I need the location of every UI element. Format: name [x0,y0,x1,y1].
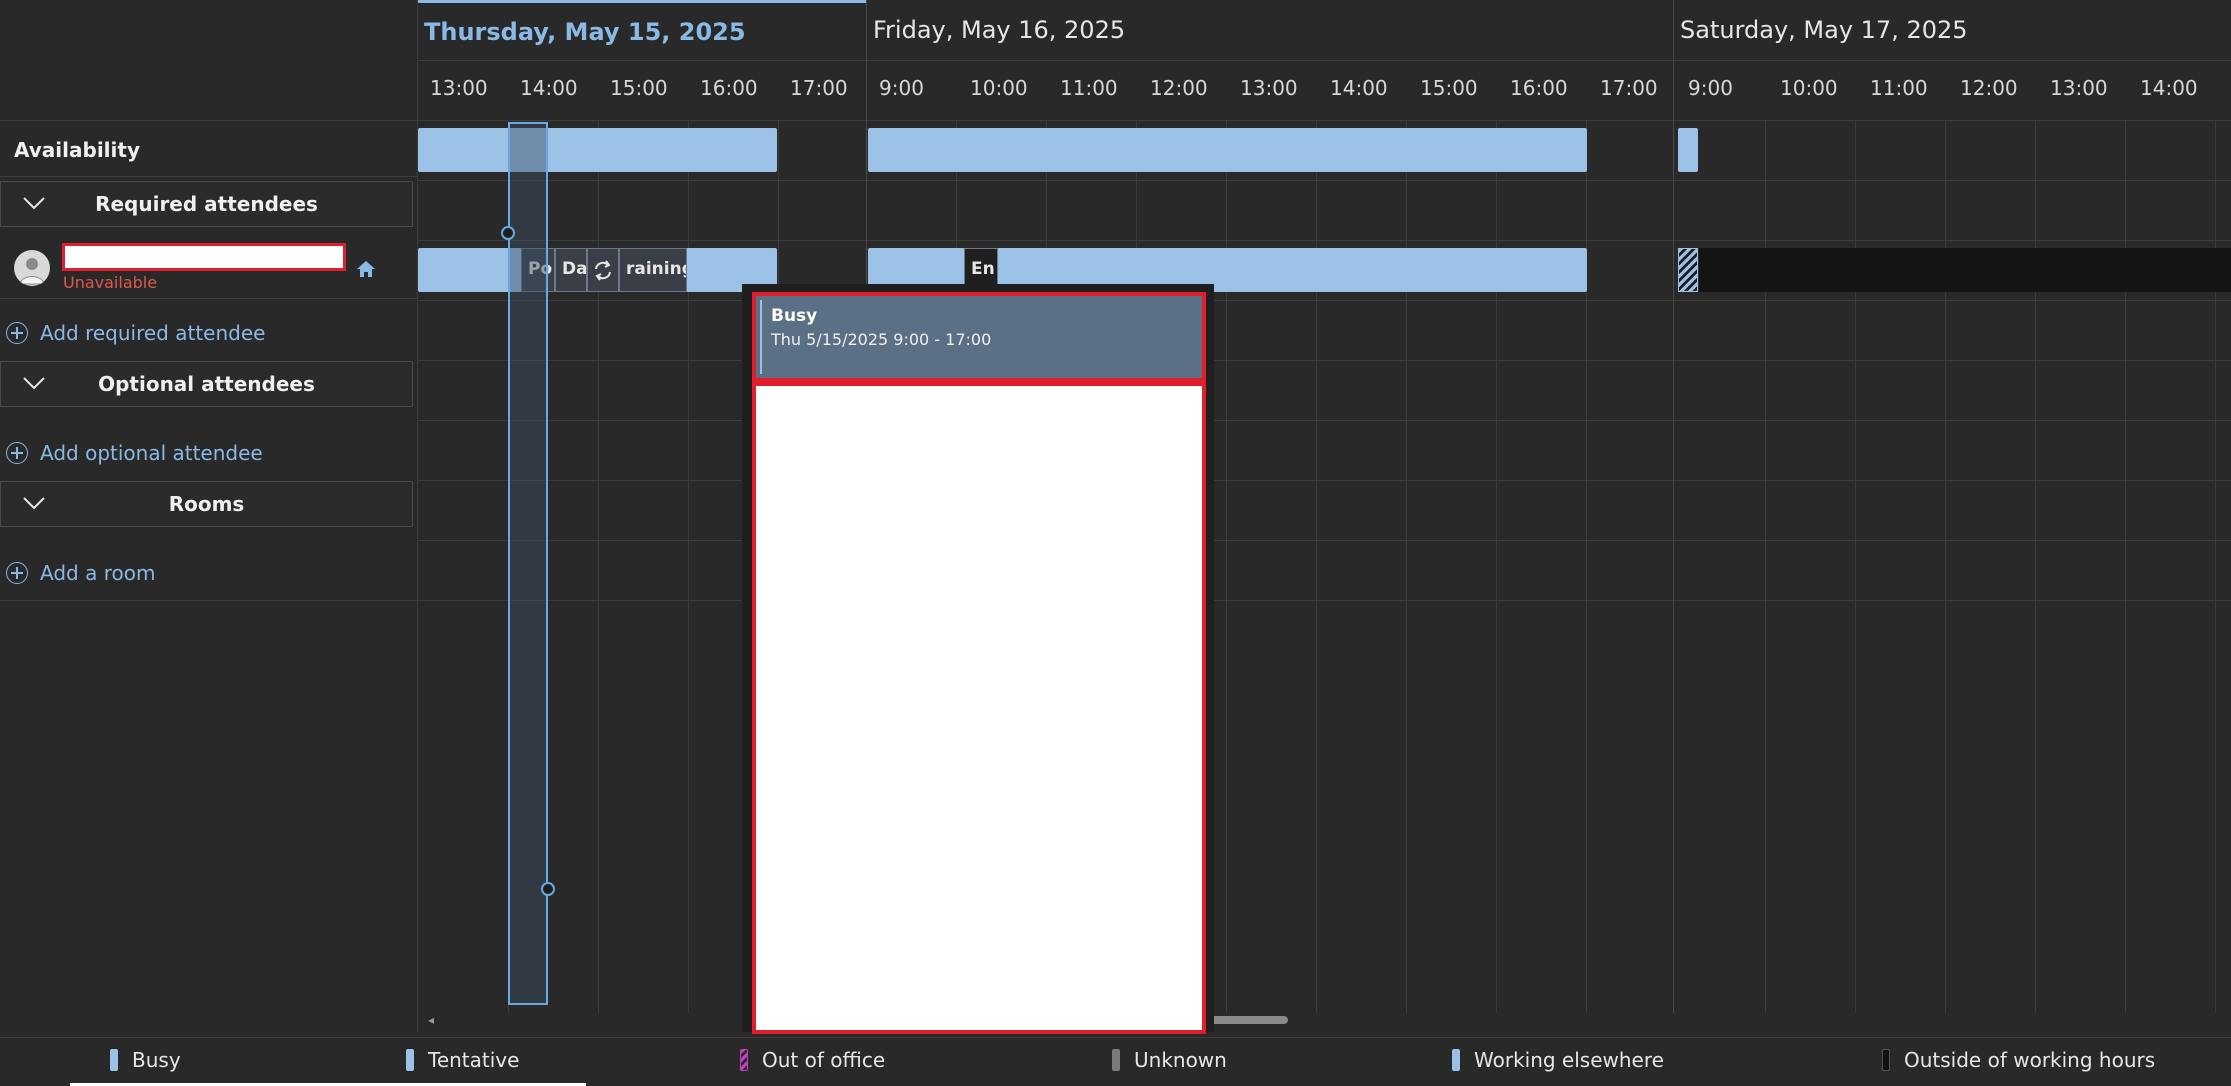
add-room-link[interactable]: Add a room [6,558,155,588]
outside-working-hours-block [1699,248,2231,292]
divider [418,360,2231,361]
add-optional-label: Add optional attendee [40,441,263,465]
availability-busy-block[interactable] [418,128,777,172]
add-required-attendee-link[interactable]: Add required attendee [6,318,265,348]
legend-out-of-office: Out of office [740,1048,885,1072]
appointment-block[interactable]: raining [619,248,687,292]
legend-label: Tentative [428,1048,520,1072]
scheduling-grid[interactable]: Thursday, May 15, 2025 Friday, May 16, 2… [418,0,2231,1033]
attendee-name-field[interactable] [62,243,346,271]
recurring-icon [595,260,611,281]
time-label: 13:00 [1240,76,1298,100]
add-circle-icon [6,322,28,344]
availability-busy-block[interactable] [868,128,1587,172]
meeting-time-selection[interactable] [508,122,548,1005]
legend-unknown: Unknown [1112,1048,1227,1072]
divider [418,180,2231,181]
time-label: 13:00 [430,76,488,100]
selection-start-handle[interactable] [501,226,515,240]
busy-tooltip: Busy Thu 5/15/2025 9:00 - 17:00 [752,292,1206,382]
unknown-swatch [1112,1049,1120,1071]
availability-busy-block[interactable] [1678,128,1698,172]
time-label: 11:00 [1060,76,1118,100]
add-room-label: Add a room [40,561,156,585]
availability-label: Availability [14,138,140,162]
time-label: 17:00 [1600,76,1658,100]
selection-end-handle[interactable] [541,882,555,896]
divider [418,420,2231,421]
legend-label: Unknown [1134,1048,1227,1072]
legend-working-elsewhere: Working elsewhere [1452,1048,1664,1072]
legend-outside-working-hours: Outside of working hours [1882,1048,2155,1072]
legend-tentative: Tentative [406,1048,519,1072]
optional-attendees-header[interactable]: Optional attendees [0,361,413,407]
legend-label: Working elsewhere [1474,1048,1664,1072]
legend-bar: Busy Tentative Out of office Unknown Wor… [0,1037,2231,1086]
day-header-thursday[interactable]: Thursday, May 15, 2025 [418,0,866,60]
time-label: 13:00 [2050,76,2108,100]
time-label: 16:00 [700,76,758,100]
time-label: 14:00 [1330,76,1388,100]
out-of-office-swatch [740,1049,748,1071]
horizontal-scrollbar-thumb[interactable] [1208,1016,1288,1024]
recurring-appointment-block[interactable] [587,248,619,292]
divider [0,120,417,121]
required-attendees-header[interactable]: Required attendees [0,181,413,227]
scroll-left-arrow[interactable]: ◂ [428,1013,434,1027]
tooltip-status: Busy [771,306,818,326]
avatar [14,250,50,286]
appointment-block[interactable]: Da [555,248,587,292]
divider [418,240,2231,241]
time-label: 14:00 [2140,76,2198,100]
divider [418,480,2231,481]
legend-busy: Busy [110,1048,181,1072]
legend-label: Outside of working hours [1904,1048,2156,1072]
tooltip-time: Thu 5/15/2025 9:00 - 17:00 [771,330,992,349]
working-elsewhere-swatch [1452,1049,1460,1071]
divider [418,60,2231,61]
add-required-label: Add required attendee [40,321,266,345]
attendee-tentative-block[interactable] [1678,248,1698,292]
section-title: Rooms [168,492,245,516]
time-label: 14:00 [520,76,578,100]
time-label: 9:00 [1688,76,1733,100]
section-title: Optional attendees [98,372,315,396]
attendee-panel: Availability Required attendees Unavaila… [0,0,418,1033]
day-divider [1673,0,1674,1013]
time-label: 17:00 [790,76,848,100]
divider [418,540,2231,541]
time-label: 11:00 [1870,76,1928,100]
section-title: Required attendees [95,192,318,216]
legend-label: Busy [132,1048,181,1072]
divider [0,298,417,299]
time-label: 15:00 [610,76,668,100]
time-label: 12:00 [1960,76,2018,100]
divider [0,600,417,601]
legend-label: Out of office [762,1048,886,1072]
day-header-saturday[interactable]: Saturday, May 17, 2025 [1674,0,2231,60]
rooms-header[interactable]: Rooms [0,481,413,527]
time-label: 9:00 [879,76,924,100]
add-circle-icon [6,442,28,464]
outside-hours-swatch [1882,1049,1890,1071]
time-label: 10:00 [1780,76,1838,100]
person-icon [19,258,45,285]
status-accent [760,300,762,374]
divider [418,600,2231,601]
divider [418,300,2231,301]
add-optional-attendee-link[interactable]: Add optional attendee [6,438,263,468]
divider [0,176,417,177]
attendee-status: Unavailable [63,273,158,292]
day-header-friday[interactable]: Friday, May 16, 2025 [867,0,1673,60]
tentative-swatch [406,1049,414,1071]
time-label: 10:00 [970,76,1028,100]
home-icon [357,261,375,277]
busy-swatch [110,1049,118,1071]
time-label: 15:00 [1420,76,1478,100]
add-circle-icon [6,562,28,584]
divider [418,120,2231,121]
time-label: 12:00 [1150,76,1208,100]
tooltip-details-pane [752,382,1206,1034]
time-label: 16:00 [1510,76,1568,100]
